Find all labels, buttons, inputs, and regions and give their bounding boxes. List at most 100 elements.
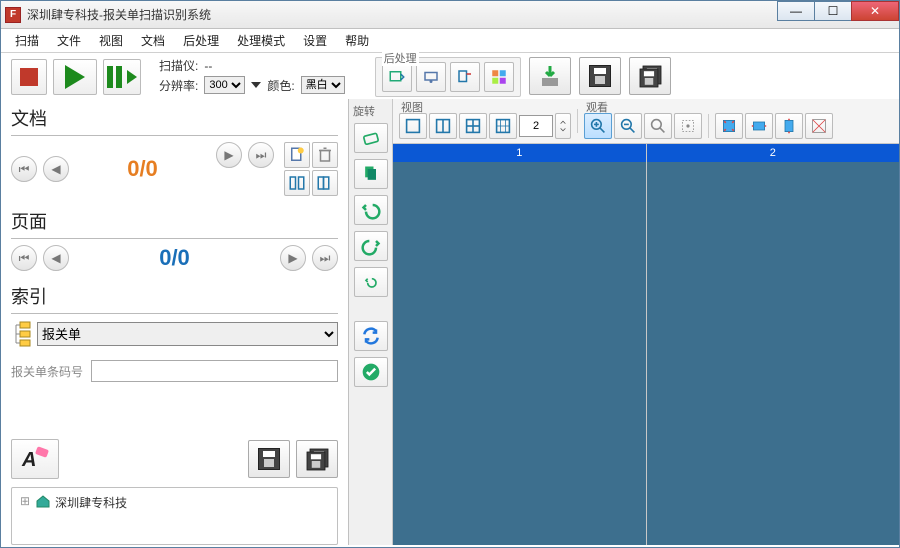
doc-counter: 0/0: [127, 156, 158, 182]
menu-scan[interactable]: 扫描: [15, 32, 39, 49]
save-button[interactable]: [579, 57, 621, 95]
redo-button[interactable]: [354, 231, 388, 261]
doc-delete-button[interactable]: [312, 142, 338, 168]
left-save-all-button[interactable]: [296, 440, 338, 478]
pause-continue-button[interactable]: [103, 59, 141, 95]
barcode-label: 报关单条码号: [11, 363, 83, 380]
index-select[interactable]: 报关单: [37, 322, 338, 346]
page-counter: 0/0: [159, 245, 190, 271]
postproc-btn-3[interactable]: [450, 62, 480, 92]
rotate-label: 旋转: [353, 103, 375, 119]
refresh-button[interactable]: [354, 321, 388, 351]
pause-play-icon: [107, 66, 137, 88]
tree-panel[interactable]: ⊞ 深圳肆专科技: [11, 487, 338, 545]
fit-width-button[interactable]: [745, 113, 773, 139]
viewer-pages: 1 2: [393, 144, 899, 545]
left-save-button[interactable]: [248, 440, 290, 478]
menubar: 扫描 文件 视图 文档 后处理 处理模式 设置 帮助: [1, 29, 899, 53]
menu-procmode[interactable]: 处理模式: [237, 32, 285, 49]
doc-merge-button[interactable]: [312, 170, 338, 196]
postproc-btn-1[interactable]: [382, 62, 412, 92]
page-body-1[interactable]: [393, 162, 646, 545]
resolution-select[interactable]: 300: [204, 76, 245, 94]
tree-expand-icon[interactable]: ⊞: [20, 494, 31, 508]
page-column-1[interactable]: 1: [393, 144, 647, 545]
page-prev-button[interactable]: ◀: [43, 245, 69, 271]
erase-button[interactable]: A: [11, 439, 59, 479]
maximize-button[interactable]: ☐: [814, 1, 852, 21]
doc-last-button[interactable]: ⏭: [248, 142, 274, 168]
stop-button[interactable]: [11, 59, 47, 95]
layout-4-button[interactable]: [459, 113, 487, 139]
doc-new-button[interactable]: [284, 142, 310, 168]
doc-prev-button[interactable]: ◀: [43, 156, 69, 182]
index-section-title: 索引: [11, 281, 338, 314]
zoom-in-button[interactable]: [584, 113, 612, 139]
doc-first-button[interactable]: ⏮: [11, 156, 37, 182]
postproc-btn-4[interactable]: [484, 62, 514, 92]
look-group-label: 观看: [586, 99, 608, 115]
doc-split-button[interactable]: [284, 170, 310, 196]
layout-spinner[interactable]: [555, 113, 571, 139]
layout-count-input[interactable]: [519, 115, 553, 137]
page-next-button[interactable]: ▶: [280, 245, 306, 271]
stop-icon: [20, 68, 38, 86]
tree-root-label[interactable]: 深圳肆专科技: [55, 494, 127, 511]
actual-size-button[interactable]: [805, 113, 833, 139]
titlebar: F 深圳肆专科技-报关单扫描识别系统 — ☐ ✕: [1, 1, 899, 29]
save-all-button[interactable]: [629, 57, 671, 95]
color-select[interactable]: 黑白: [301, 76, 345, 94]
confirm-button[interactable]: [354, 357, 388, 387]
play-icon: [65, 65, 85, 89]
layout-2-button[interactable]: [429, 113, 457, 139]
viewer-panel: 视图 观看: [393, 99, 899, 545]
menu-doc[interactable]: 文档: [141, 32, 165, 49]
menu-file[interactable]: 文件: [57, 32, 81, 49]
doc-next-button[interactable]: ▶: [216, 142, 242, 168]
postproc-group: 后处理: [375, 57, 521, 97]
page-last-button[interactable]: ⏭: [312, 245, 338, 271]
fit-window-button[interactable]: [715, 113, 743, 139]
rotate-docs-button[interactable]: [354, 159, 388, 189]
undo-button[interactable]: [354, 195, 388, 225]
layout-8-button[interactable]: [489, 113, 517, 139]
scanner-value: --: [204, 59, 212, 73]
menu-settings[interactable]: 设置: [303, 32, 327, 49]
fit-height-button[interactable]: [775, 113, 803, 139]
zoom-out-button[interactable]: [614, 113, 642, 139]
menu-postproc[interactable]: 后处理: [183, 32, 219, 49]
undo-small-button[interactable]: [354, 267, 388, 297]
page-first-button[interactable]: ⏮: [11, 245, 37, 271]
postproc-btn-2[interactable]: [416, 62, 446, 92]
index-tree-icon: [11, 320, 33, 348]
main-area: 文档 ⏮ ◀ 0/0 ▶ ⏭: [1, 99, 899, 545]
page-header-2: 2: [647, 144, 900, 162]
close-button[interactable]: ✕: [851, 1, 899, 21]
app-window: F 深圳肆专科技-报关单扫描识别系统 — ☐ ✕ 扫描 文件 视图 文档 后处理…: [0, 0, 900, 548]
tree-node-icon: [35, 494, 51, 508]
save-icon: [258, 448, 280, 470]
zoom-region-button[interactable]: [644, 113, 672, 139]
fit-selection-button[interactable]: [674, 113, 702, 139]
dropdown-icon: [251, 82, 261, 88]
rotate-auto-button[interactable]: [354, 123, 388, 153]
menu-view[interactable]: 视图: [99, 32, 123, 49]
page-section-title: 页面: [11, 206, 338, 239]
postproc-label: 后处理: [382, 50, 419, 66]
doc-section-title: 文档: [11, 103, 338, 136]
page-body-2[interactable]: [647, 162, 900, 545]
menu-help[interactable]: 帮助: [345, 32, 369, 49]
app-icon: F: [5, 7, 21, 23]
layout-1-button[interactable]: [399, 113, 427, 139]
window-title: 深圳肆专科技-报关单扫描识别系统: [27, 6, 211, 23]
resolution-label: 分辨率:: [159, 77, 198, 94]
top-toolbar: 扫描仪: -- 分辨率: 300 颜色: 黑白 后处理: [1, 53, 899, 99]
page-header-1: 1: [393, 144, 646, 162]
import-button[interactable]: [529, 57, 571, 95]
left-panel: 文档 ⏮ ◀ 0/0 ▶ ⏭: [1, 99, 349, 545]
page-column-2[interactable]: 2: [647, 144, 900, 545]
save-icon: [589, 65, 611, 87]
scan-button[interactable]: [53, 59, 97, 95]
minimize-button[interactable]: —: [777, 1, 815, 21]
barcode-input[interactable]: [91, 360, 338, 382]
